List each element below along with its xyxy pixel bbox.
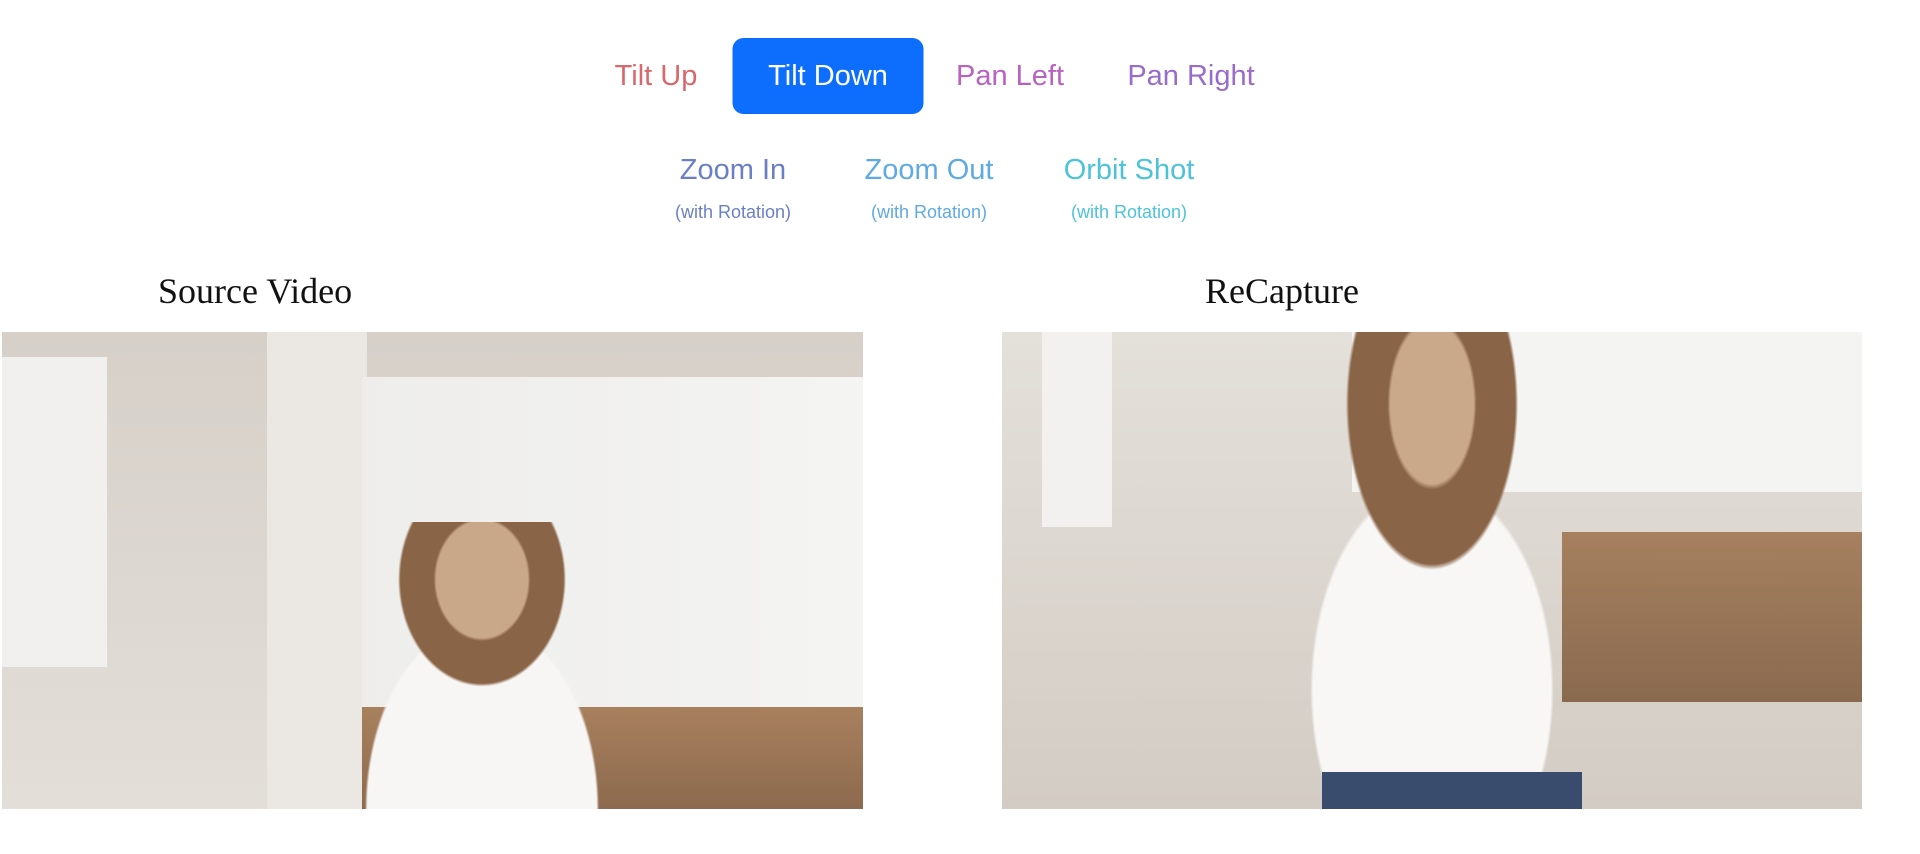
btn-orbit-shot[interactable]: Orbit Shot (with Rotation)	[1064, 150, 1195, 223]
source-video-title: Source Video	[158, 271, 353, 311]
recapture-title: ReCapture	[1205, 271, 1359, 311]
source-video[interactable]	[2, 332, 863, 809]
jeans	[1322, 772, 1582, 809]
btn-tilt-down[interactable]: Tilt Down	[732, 38, 924, 114]
person	[302, 522, 662, 809]
btn-zoom-out[interactable]: Zoom Out (with Rotation)	[865, 150, 994, 223]
btn-pan-left[interactable]: Pan Left	[924, 38, 1096, 114]
orbit-shot-label: Orbit Shot	[1063, 154, 1195, 186]
btn-pan-right[interactable]: Pan Right	[1095, 38, 1286, 114]
person	[1222, 332, 1642, 809]
cabinet	[2, 357, 107, 667]
btn-tilt-up[interactable]: Tilt Up	[583, 38, 730, 114]
cabinet	[1042, 332, 1112, 527]
recapture-video[interactable]	[1002, 332, 1862, 809]
btn-zoom-in[interactable]: Zoom In (with Rotation)	[675, 150, 791, 223]
zoom-in-sub: (with Rotation)	[674, 202, 792, 222]
zoom-in-label: Zoom In	[679, 154, 787, 186]
orbit-shot-sub: (with Rotation)	[1070, 202, 1188, 222]
zoom-out-sub: (with Rotation)	[870, 202, 988, 222]
zoom-out-label: Zoom Out	[864, 154, 994, 186]
